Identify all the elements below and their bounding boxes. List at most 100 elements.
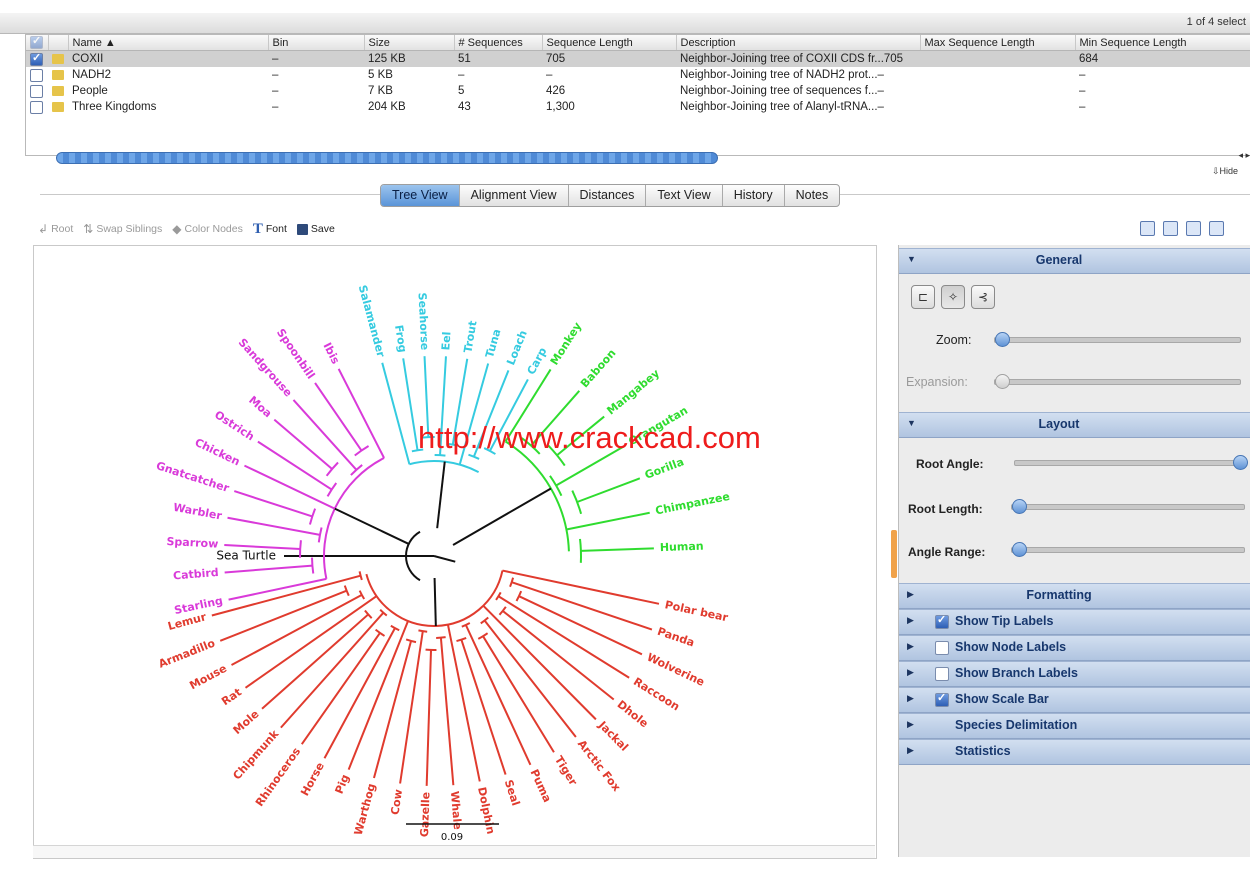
icon-cell — [48, 83, 68, 99]
tip-label: Gorilla — [643, 455, 686, 482]
tab-tree-view[interactable]: Tree View — [381, 185, 460, 206]
row-checkbox[interactable] — [30, 100, 43, 114]
angle-range-slider[interactable] — [1011, 542, 1245, 557]
tab-alignment-view[interactable]: Alignment View — [460, 185, 569, 206]
tip-label: Horse — [298, 760, 327, 798]
export-icon[interactable] — [1140, 221, 1155, 236]
table-row[interactable]: COXII–125 KB51705Neighbor-Joining tree o… — [26, 50, 1250, 67]
documents-table[interactable]: Name ▲ Bin Size # Sequences Sequence Len… — [25, 34, 1250, 156]
row-checkbox[interactable] — [30, 68, 43, 82]
tip-label: Puma — [527, 767, 553, 804]
rectangular-layout-button[interactable]: ⊏ — [911, 285, 935, 309]
section-show-tip-labels[interactable]: ▶ Show Tip Labels — [899, 609, 1250, 635]
cell-min-length: – — [1079, 85, 1086, 97]
save-disk-icon — [296, 223, 308, 235]
section-show-node-labels[interactable]: ▶ Show Node Labels — [899, 635, 1250, 661]
show-scale-bar-checkbox[interactable] — [935, 691, 949, 707]
row-checkbox[interactable] — [30, 84, 43, 98]
split-view-icon[interactable] — [1163, 221, 1178, 236]
mammals-tip-branch — [502, 610, 615, 701]
cell-min-length: 684 — [1075, 50, 1250, 67]
color-nodes-button[interactable]: ◆ Color Nodes — [172, 222, 243, 236]
column-header-description[interactable]: Description — [676, 35, 921, 51]
tip-label: Frog — [392, 324, 409, 353]
cell-min-length: – — [1079, 101, 1086, 113]
zoom-slider[interactable] — [994, 332, 1241, 347]
tab-text-view[interactable]: Text View — [646, 185, 723, 206]
section-statistics[interactable]: ▶ Statistics — [899, 739, 1250, 765]
table-row[interactable]: NADH2 – 5 KB – – Neighbor-Joining tree of NAD… — [26, 67, 1250, 83]
scrollbar-thumb[interactable] — [56, 152, 718, 164]
column-header-min-length[interactable]: Min Sequence Length — [1075, 35, 1250, 51]
panel-resize-handle[interactable] — [891, 530, 897, 578]
expand-triangle-icon: ▶ — [907, 615, 914, 625]
cell-max-length — [920, 50, 1075, 67]
tip-label: Pig — [333, 773, 352, 796]
select-all-checkbox[interactable] — [26, 35, 49, 51]
show-branch-labels-checkbox[interactable] — [935, 667, 949, 681]
expand-triangle-icon: ▶ — [907, 641, 914, 651]
mammals-tip-branch — [439, 637, 455, 786]
column-header-sequence-length[interactable]: Sequence Length — [542, 35, 677, 51]
scroll-arrows[interactable]: ◂ ▸ — [1238, 150, 1250, 161]
root-angle-slider[interactable] — [1014, 455, 1248, 470]
root-button[interactable]: ↲ Root — [38, 222, 73, 236]
checkbox-cell — [26, 99, 48, 115]
show-tip-labels-checkbox[interactable] — [935, 613, 949, 629]
column-header-max-length[interactable]: Max Sequence Length — [920, 35, 1076, 51]
tip-label: Gnatcatcher — [154, 459, 231, 495]
cell-sequences: 5 — [458, 85, 465, 97]
detach-window-icon[interactable] — [1209, 221, 1224, 236]
cell-sequences: 43 — [458, 101, 471, 113]
hide-table-link[interactable]: ⇩Hide — [1212, 166, 1238, 177]
tab-distances[interactable]: Distances — [569, 185, 647, 206]
zoom-slider-knob[interactable] — [995, 332, 1010, 347]
section-formatting[interactable]: ▶ Formatting — [899, 583, 1250, 609]
save-button[interactable]: Save — [296, 223, 335, 235]
print-icon[interactable] — [1186, 221, 1201, 236]
root-angle-slider-knob[interactable] — [1233, 455, 1248, 470]
horizontal-scrollbar[interactable]: ◂ ▸ — [52, 150, 1250, 164]
root-tip-label: Sea Turtle — [216, 549, 276, 563]
tree-canvas[interactable]: Sea Turtle Starling Catbird Sparrow Warbler G… — [33, 245, 877, 859]
table-row[interactable]: Three Kingdoms – 204 KB 43 1,300 Neighbor-Joi… — [26, 99, 1250, 115]
mammals-tip-branch — [261, 613, 369, 710]
column-header-size[interactable]: Size — [364, 35, 455, 51]
tab-notes[interactable]: Notes — [785, 185, 840, 206]
column-header-sequences[interactable]: # Sequences — [454, 35, 543, 51]
section-formatting-label: Formatting — [1026, 588, 1092, 602]
column-header-name[interactable]: Name ▲ — [68, 35, 269, 51]
root-branch — [433, 555, 456, 563]
table-row[interactable]: People – 7 KB 5 426 Neighbor-Joining tree of … — [26, 83, 1250, 99]
expansion-slider-knob[interactable] — [995, 374, 1010, 389]
tip-label: Mole — [231, 707, 262, 736]
tab-history[interactable]: History — [723, 185, 785, 206]
selection-count: 1 of 4 select — [1186, 16, 1246, 28]
document-folder-icon — [52, 53, 64, 64]
angle-range-slider-knob[interactable] — [1012, 542, 1027, 557]
cell-sequences: 51 — [454, 50, 542, 67]
root-length-slider[interactable] — [1011, 499, 1245, 514]
column-header-bin[interactable]: Bin — [268, 35, 365, 51]
section-layout[interactable]: ▼ Layout — [899, 412, 1250, 438]
show-node-labels-checkbox[interactable] — [935, 641, 949, 655]
expansion-slider[interactable] — [994, 374, 1241, 389]
birds-tip-branch — [233, 490, 313, 518]
tip-label: Tiger — [552, 754, 580, 789]
cell-max-length — [920, 99, 1075, 115]
expand-triangle-icon: ▶ — [907, 745, 914, 755]
document-folder-icon — [52, 101, 64, 112]
checkbox-cell — [26, 83, 48, 99]
section-general[interactable]: ▼ General — [899, 248, 1250, 274]
root-length-slider-knob[interactable] — [1012, 499, 1027, 514]
circular-layout-button[interactable]: ✧ — [941, 285, 965, 309]
section-show-branch-labels[interactable]: ▶ Show Branch Labels — [899, 661, 1250, 687]
tip-label: Dhole — [615, 698, 651, 730]
font-button[interactable]: T Font — [253, 221, 287, 238]
radial-layout-button[interactable]: ⊰ — [971, 285, 995, 309]
section-species-delimitation[interactable]: ▶ Species Delimitation — [899, 713, 1250, 739]
row-checkbox[interactable] — [30, 51, 43, 66]
tip-label: Moa — [246, 394, 274, 421]
section-show-scale-bar[interactable]: ▶ Show Scale Bar — [899, 687, 1250, 713]
swap-siblings-button[interactable]: ⇅ Swap Siblings — [83, 222, 162, 236]
